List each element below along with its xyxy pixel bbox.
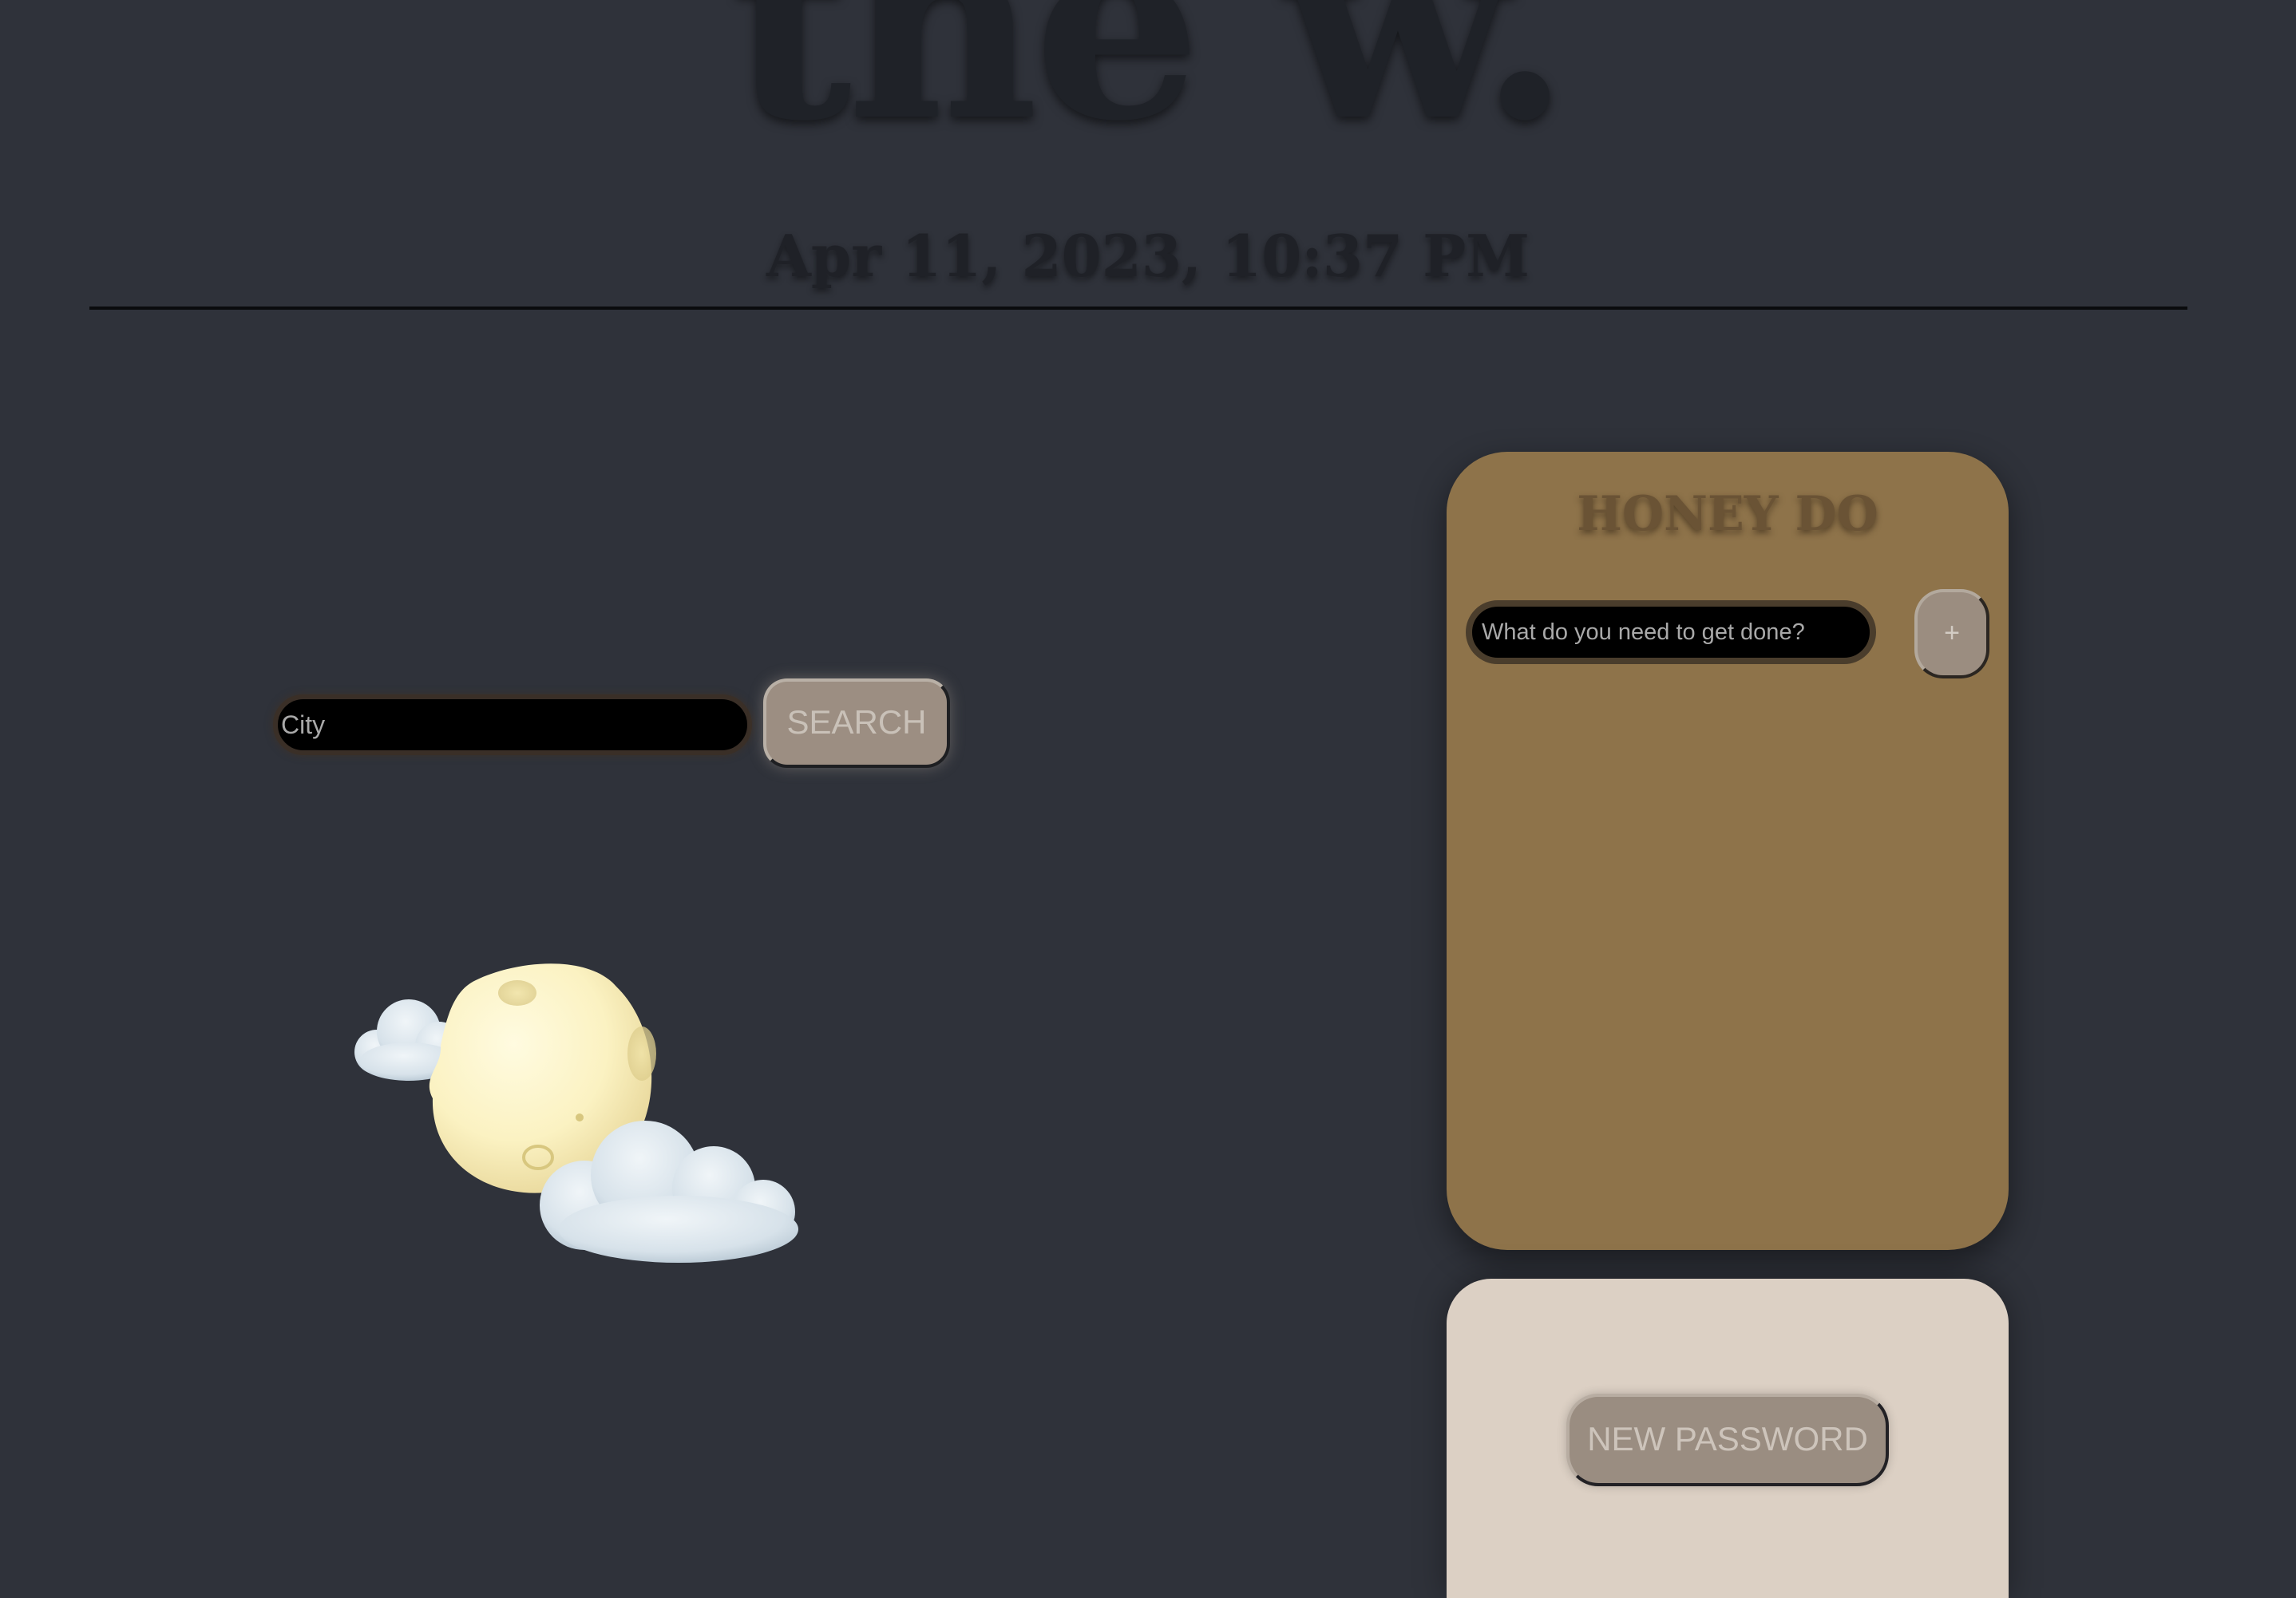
add-todo-button[interactable]: + [1914, 589, 1989, 678]
new-password-button[interactable]: NEW PASSWORD [1566, 1394, 1889, 1486]
todo-title: HONEY DO [1577, 486, 1878, 542]
todo-list [1466, 691, 1989, 1218]
site-title: the w. [730, 0, 1571, 179]
search-button[interactable]: SEARCH [763, 678, 950, 768]
password-card: NEW PASSWORD [1447, 1279, 2009, 1598]
todo-card: HONEY DO + [1447, 452, 2009, 1250]
current-datetime: Apr 11, 2023, 10:37 PM [766, 222, 1530, 290]
header-divider [89, 307, 2187, 310]
todo-input[interactable] [1466, 600, 1876, 664]
city-search-input[interactable] [273, 694, 752, 755]
moon-with-clouds-icon [335, 958, 814, 1277]
